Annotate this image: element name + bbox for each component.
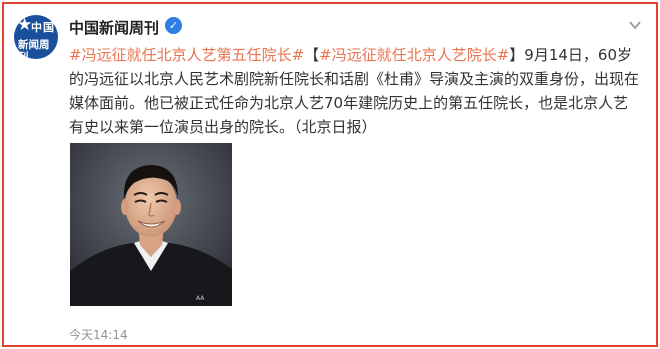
avatar-logo-line2: 新闻周刊 (18, 39, 50, 59)
topic-link-1[interactable]: #冯远征就任北京人艺第五任院长# (69, 46, 304, 64)
avatar-logo-line1: 中国 (31, 21, 55, 34)
chevron-down-icon[interactable] (628, 18, 642, 32)
photo-watermark: AA (196, 295, 205, 302)
star-icon: ★ (17, 15, 33, 35)
verified-icon: ✓ (165, 17, 182, 34)
post-text: #冯远征就任北京人艺第五任院长#【#冯远征就任北京人艺院长#】9月14日，60岁… (69, 43, 643, 139)
topic-link-2[interactable]: #冯远征就任北京人艺院长# (319, 46, 509, 64)
weibo-post-card: ★ 中国 新闻周刊 中国新闻周刊 ✓ #冯远征就任北京人艺第五任院长#【#冯远征… (2, 2, 658, 347)
account-name[interactable]: 中国新闻周刊 (69, 17, 159, 38)
bracket-open: 【 (304, 46, 320, 64)
post-timestamp[interactable]: 今天14:14 (69, 326, 128, 343)
portrait-illustration: AA (70, 143, 232, 306)
post-photo[interactable]: AA (70, 143, 232, 306)
avatar[interactable]: ★ 中国 新闻周刊 (14, 15, 58, 59)
